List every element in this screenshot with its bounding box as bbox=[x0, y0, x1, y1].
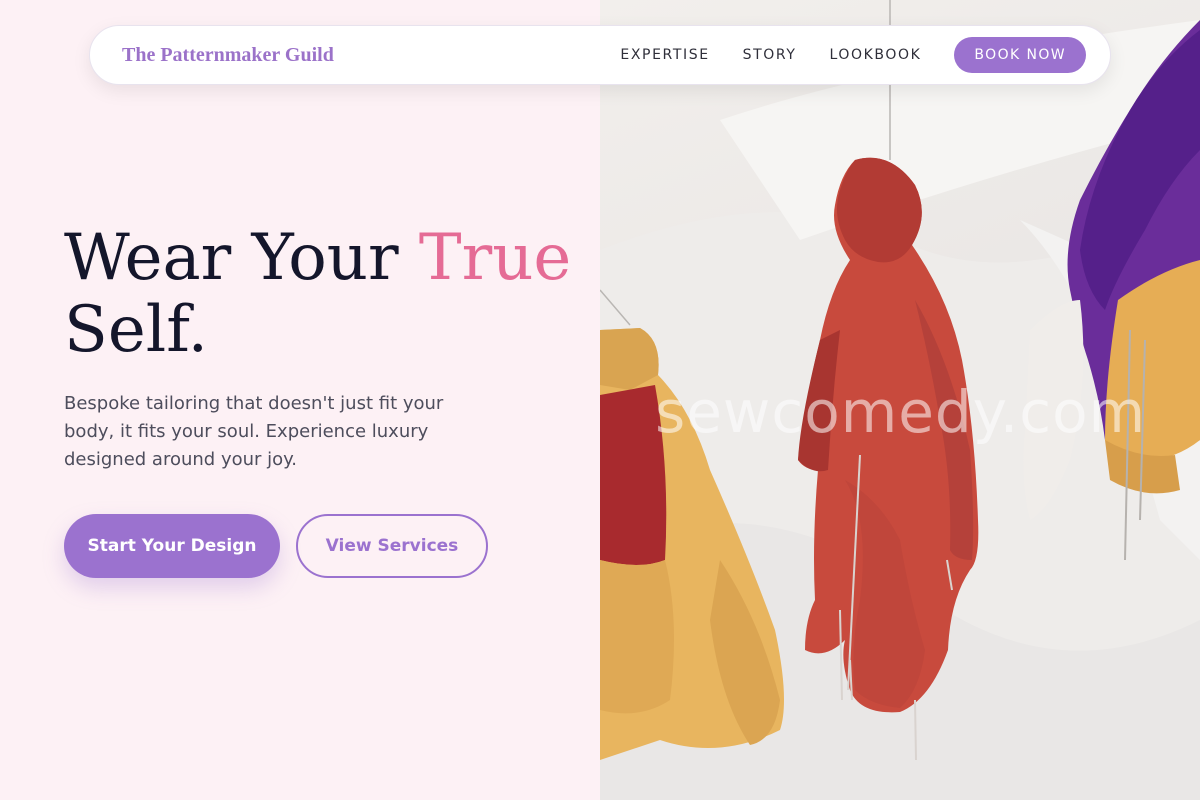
nav-link-story[interactable]: STORY bbox=[743, 47, 797, 63]
start-design-button[interactable]: Start Your Design bbox=[64, 514, 280, 578]
hero-subtitle: Bespoke tailoring that doesn't just fit … bbox=[64, 393, 444, 470]
nav-link-lookbook[interactable]: LOOKBOOK bbox=[830, 47, 922, 63]
hero-title-accent: True bbox=[418, 221, 572, 295]
nav-link-expertise[interactable]: EXPERTISE bbox=[620, 47, 709, 63]
brand-logo[interactable]: The Patternmaker Guild bbox=[122, 44, 334, 67]
garments-illustration bbox=[600, 0, 1200, 800]
hero-image bbox=[600, 0, 1200, 800]
hero-title: Wear Your True Self. bbox=[64, 222, 584, 366]
hero-title-part2: Self. bbox=[64, 293, 208, 367]
view-services-button[interactable]: View Services bbox=[296, 514, 488, 578]
nav-links: EXPERTISE STORY LOOKBOOK BOOK NOW bbox=[620, 37, 1086, 73]
book-now-button[interactable]: BOOK NOW bbox=[954, 37, 1086, 73]
navbar: The Patternmaker Guild EXPERTISE STORY L… bbox=[89, 25, 1111, 85]
hero-title-part1: Wear Your bbox=[64, 221, 419, 295]
